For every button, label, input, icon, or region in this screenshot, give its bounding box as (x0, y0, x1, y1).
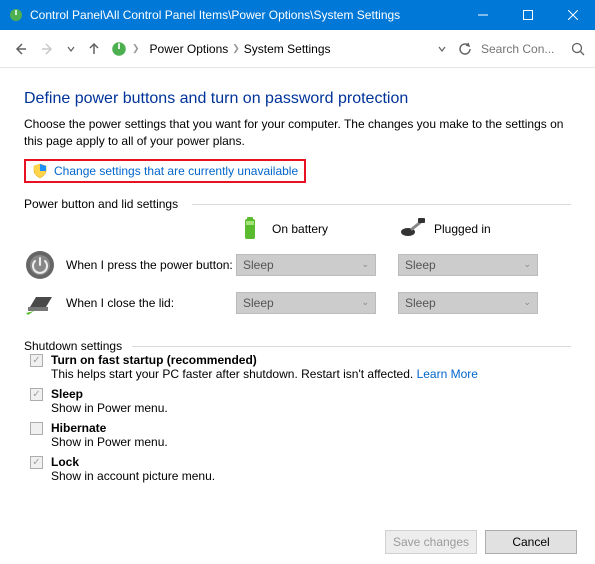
section-legend: Shutdown settings (24, 339, 128, 353)
maximize-button[interactable] (505, 0, 550, 30)
forward-button[interactable] (36, 37, 60, 61)
change-settings-highlight: Change settings that are currently unava… (24, 159, 306, 183)
cancel-button[interactable]: Cancel (485, 530, 577, 554)
breadcrumb-power-options[interactable]: Power Options (150, 42, 229, 56)
chevron-right-icon: ❯ (232, 43, 240, 54)
chevron-down-icon: ⌄ (361, 297, 369, 308)
refresh-button[interactable] (453, 37, 477, 61)
hibernate-label: Hibernate (51, 421, 106, 435)
close-lid-battery-select[interactable]: Sleep⌄ (236, 292, 376, 314)
hibernate-desc: Show in Power menu. (51, 435, 168, 449)
column-plugged-label: Plugged in (434, 222, 491, 236)
section-legend: Power button and lid settings (24, 197, 184, 211)
hibernate-checkbox[interactable] (30, 422, 43, 435)
minimize-button[interactable] (460, 0, 505, 30)
shutdown-settings-section: Shutdown settings ✓ Turn on fast startup… (24, 339, 571, 485)
column-battery-label: On battery (272, 222, 328, 236)
chevron-down-icon: ⌄ (523, 297, 531, 308)
save-button[interactable]: Save changes (385, 530, 477, 554)
breadcrumb-system-settings[interactable]: System Settings (244, 42, 331, 56)
laptop-lid-icon (24, 287, 56, 319)
sleep-checkbox[interactable]: ✓ (30, 388, 43, 401)
fast-startup-desc: This helps start your PC faster after sh… (51, 367, 417, 381)
history-dropdown[interactable] (435, 37, 449, 61)
power-button-battery-select[interactable]: Sleep⌄ (236, 254, 376, 276)
titlebar: Control Panel\All Control Panel Items\Po… (0, 0, 595, 30)
lock-checkbox[interactable]: ✓ (30, 456, 43, 469)
up-button[interactable] (82, 37, 106, 61)
power-options-icon (8, 7, 24, 23)
power-button-icon (24, 249, 56, 281)
page-title: Define power buttons and turn on passwor… (24, 90, 571, 108)
fast-startup-label: Turn on fast startup (recommended) (51, 353, 257, 367)
close-lid-label: When I close the lid: (66, 296, 174, 310)
power-button-plugged-select[interactable]: Sleep⌄ (398, 254, 538, 276)
location-icon (110, 40, 128, 58)
learn-more-link[interactable]: Learn More (417, 367, 478, 381)
recent-dropdown[interactable] (64, 37, 78, 61)
fast-startup-checkbox[interactable]: ✓ (30, 354, 43, 367)
search-input[interactable] (481, 42, 567, 56)
chevron-down-icon: ⌄ (361, 259, 369, 270)
lock-label: Lock (51, 455, 79, 469)
chevron-right-icon: ❯ (132, 43, 140, 54)
shield-icon (32, 163, 48, 179)
breadcrumb[interactable]: Power Options ❯ System Settings (144, 42, 431, 56)
sleep-desc: Show in Power menu. (51, 401, 168, 415)
power-button-label: When I press the power button: (66, 258, 233, 272)
back-button[interactable] (8, 37, 32, 61)
close-button[interactable] (550, 0, 595, 30)
sleep-label: Sleep (51, 387, 83, 401)
close-lid-plugged-select[interactable]: Sleep⌄ (398, 292, 538, 314)
lock-desc: Show in account picture menu. (51, 469, 215, 483)
plug-icon (398, 215, 426, 243)
navigation-bar: ❯ Power Options ❯ System Settings (0, 30, 595, 68)
window-title: Control Panel\All Control Panel Items\Po… (30, 8, 460, 22)
battery-icon (236, 215, 264, 243)
page-subtext: Choose the power settings that you want … (24, 116, 571, 151)
search-icon[interactable] (569, 37, 587, 61)
change-settings-link[interactable]: Change settings that are currently unava… (54, 164, 298, 178)
chevron-down-icon: ⌄ (523, 259, 531, 270)
power-button-lid-section: Power button and lid settings On battery… (24, 197, 571, 325)
